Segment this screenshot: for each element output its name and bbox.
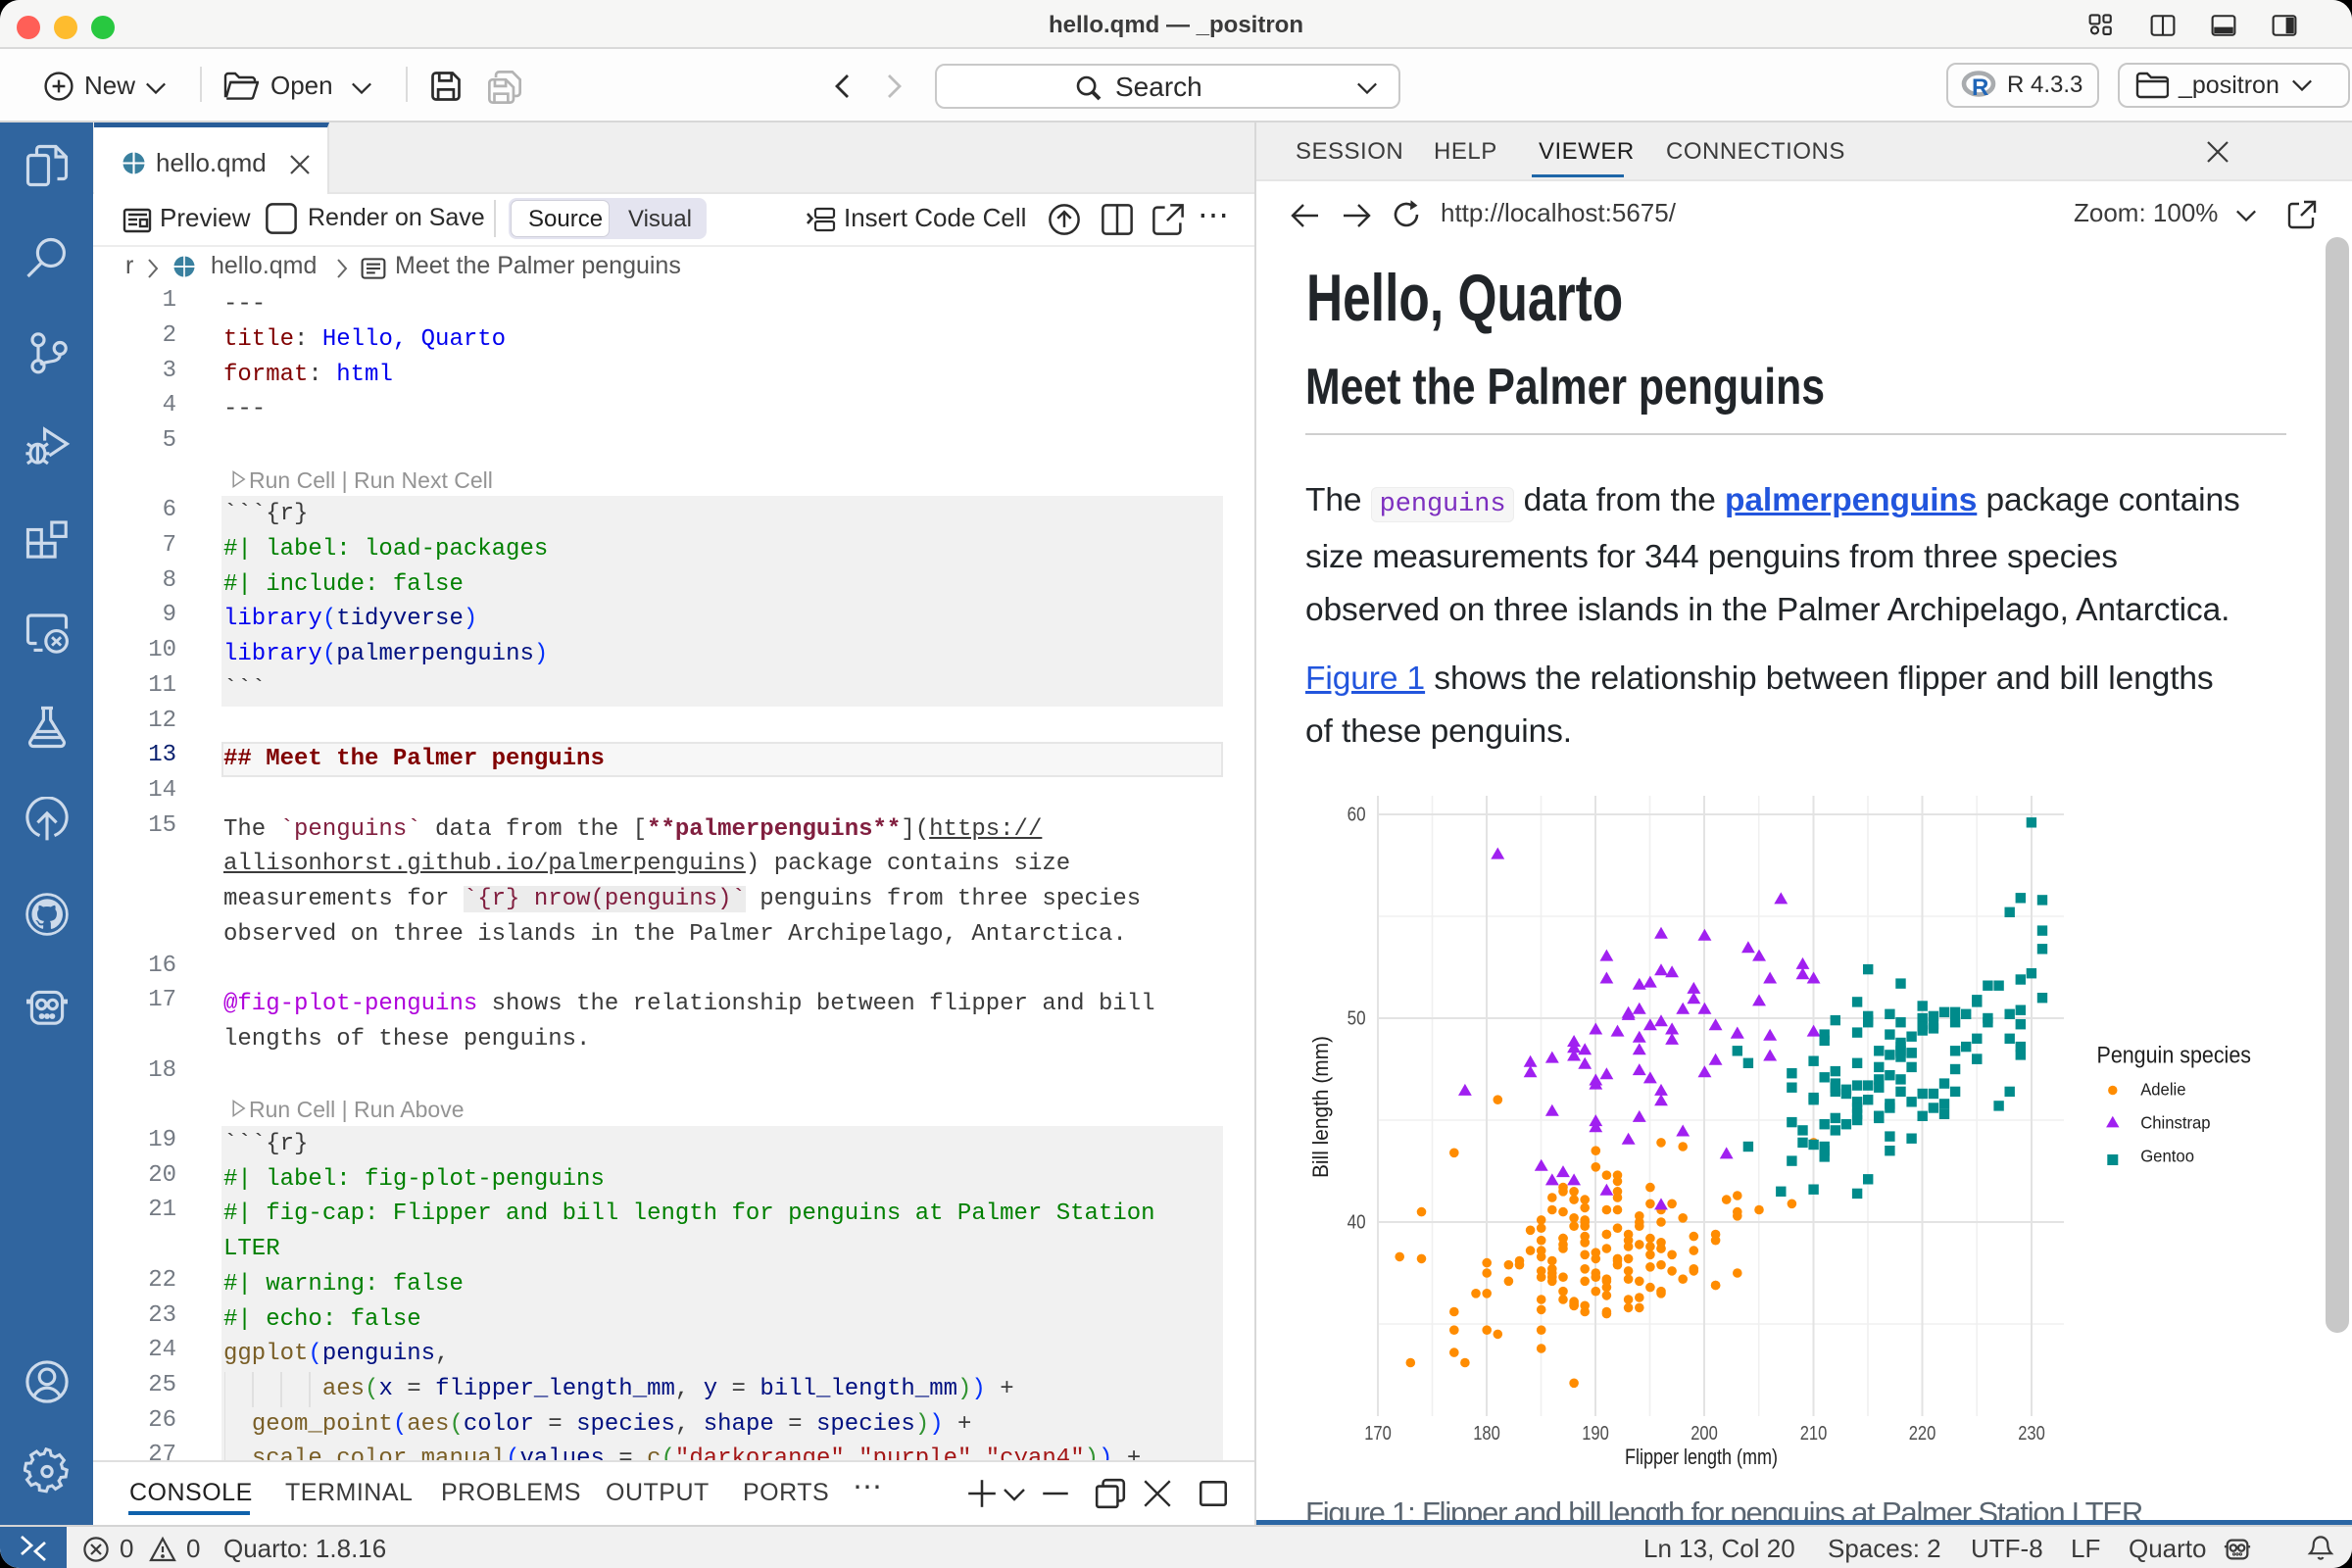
svg-text:230: 230 [2018,1423,2045,1445]
svg-text:Flipper length (mm): Flipper length (mm) [1625,1445,1778,1469]
svg-text:Gentoo: Gentoo [2140,1146,2194,1165]
svg-text:40: 40 [1348,1212,1366,1234]
svg-text:R: R [1972,74,1988,100]
svg-text:200: 200 [1690,1423,1718,1445]
svg-text:170: 170 [1364,1423,1392,1445]
svg-text:180: 180 [1473,1423,1500,1445]
svg-text:210: 210 [1800,1423,1828,1445]
svg-text:190: 190 [1582,1423,1609,1445]
svg-text:60: 60 [1348,805,1366,826]
svg-text:Bill length (mm): Bill length (mm) [1308,1036,1333,1178]
svg-text:Chinstrap: Chinstrap [2140,1112,2210,1132]
svg-text:Penguin species: Penguin species [2097,1043,2252,1069]
svg-text:50: 50 [1348,1008,1366,1030]
svg-text:Adelie: Adelie [2140,1079,2185,1099]
svg-text:220: 220 [1909,1423,1936,1445]
